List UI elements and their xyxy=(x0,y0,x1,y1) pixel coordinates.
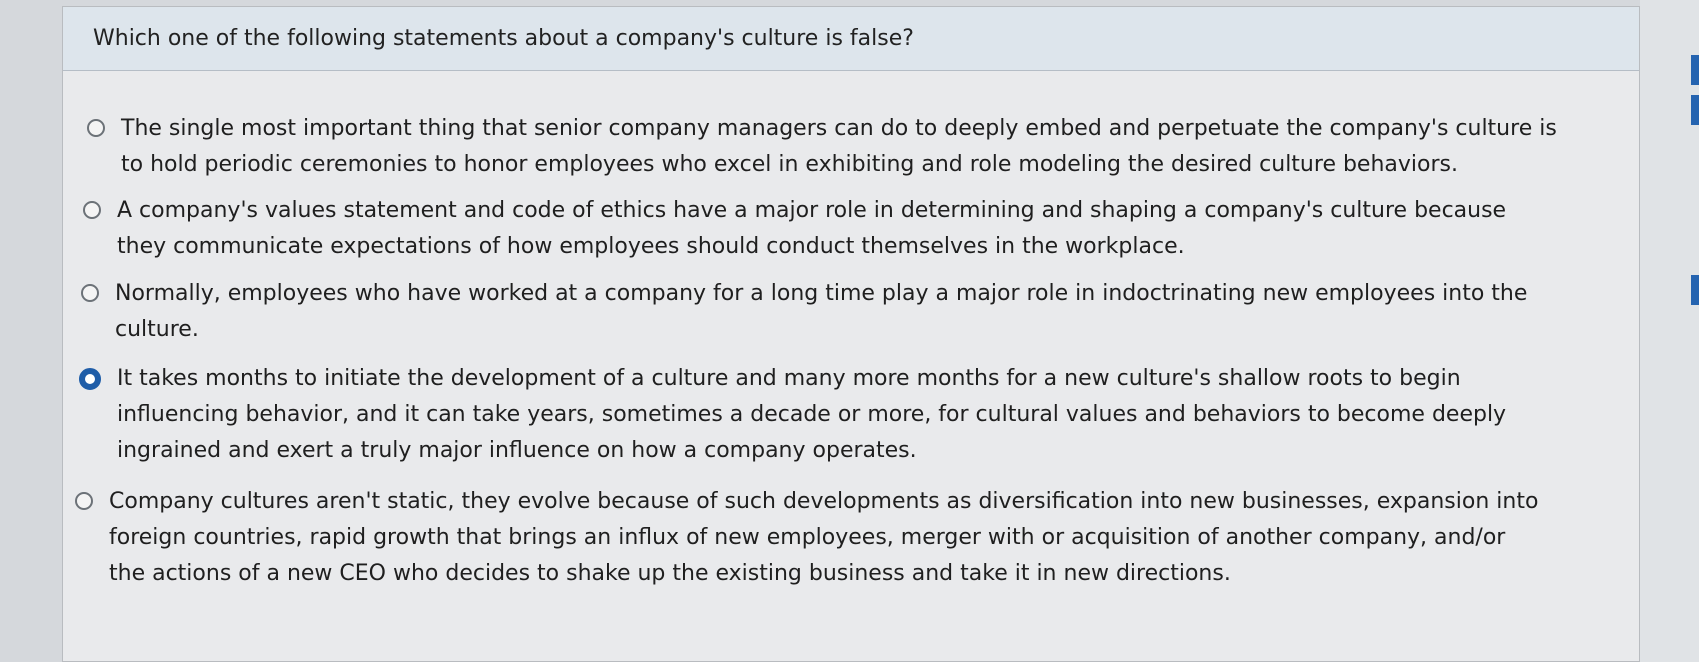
side-marker xyxy=(1691,55,1699,85)
question-header: Which one of the following statements ab… xyxy=(63,7,1639,71)
side-marker xyxy=(1691,95,1699,125)
answer-option-1[interactable]: The single most important thing that sen… xyxy=(87,111,1557,183)
side-marker xyxy=(1691,275,1699,305)
answer-option-text: Company cultures aren't static, they evo… xyxy=(109,489,1539,586)
answer-option-text: The single most important thing that sen… xyxy=(121,116,1557,177)
radio-button[interactable] xyxy=(81,284,99,302)
right-side-strip xyxy=(1640,0,1699,662)
answer-option-3[interactable]: Normally, employees who have worked at a… xyxy=(81,276,1551,348)
selected-radio-button[interactable] xyxy=(79,368,101,390)
radio-button[interactable] xyxy=(83,201,101,219)
radio-button[interactable] xyxy=(87,119,105,137)
answer-option-2[interactable]: A company's values statement and code of… xyxy=(83,193,1553,265)
answer-option-text: It takes months to initiate the developm… xyxy=(117,366,1507,463)
answer-option-4[interactable]: It takes months to initiate the developm… xyxy=(79,361,1549,469)
radio-button[interactable] xyxy=(75,492,93,510)
quiz-screen: Which one of the following statements ab… xyxy=(0,0,1699,662)
answer-option-5[interactable]: Company cultures aren't static, they evo… xyxy=(75,484,1545,592)
answer-option-text: A company's values statement and code of… xyxy=(117,198,1507,259)
answer-option-text: Normally, employees who have worked at a… xyxy=(115,281,1528,342)
question-panel: Which one of the following statements ab… xyxy=(62,6,1640,662)
question-text: Which one of the following statements ab… xyxy=(93,26,914,51)
